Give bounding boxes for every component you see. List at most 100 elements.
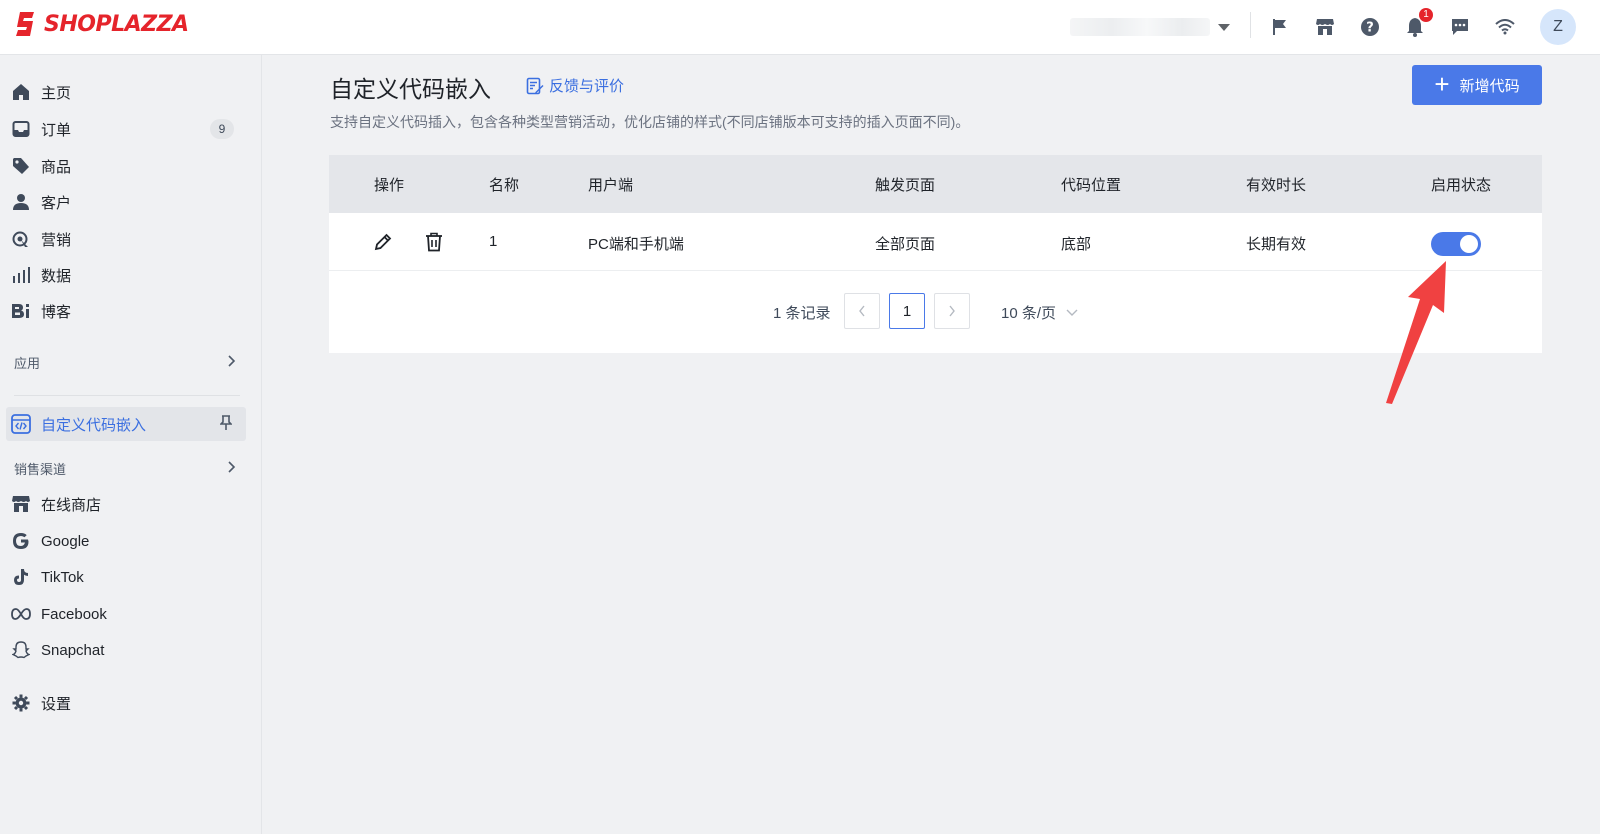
caret-down-icon: [1218, 23, 1230, 31]
google-icon: [10, 530, 32, 552]
gear-icon: [10, 692, 32, 714]
sidebar-item-label: Google: [41, 532, 90, 550]
top-bar: SHOPLAZZA ? 1 Z: [0, 0, 1600, 55]
column-header-trigger-page: 触发页面: [875, 177, 936, 194]
message-icon[interactable]: [1448, 15, 1472, 39]
column-header-name: 名称: [489, 177, 520, 194]
page-title: 自定义代码嵌入: [330, 76, 491, 102]
sales-channels-label: 销售渠道: [14, 461, 67, 477]
sidebar-item-label: 设置: [41, 695, 72, 713]
table-header: 操作 名称 用户端 触发页面 代码位置 有效时长 启用状态: [329, 155, 1542, 213]
sidebar-item-customers[interactable]: 客户: [10, 187, 248, 217]
code-window-icon: [10, 413, 32, 435]
page-description: 支持自定义代码插入，包含各种类型营销活动，优化店铺的样式(不同店铺版本可支持的插…: [330, 114, 970, 130]
flag-icon[interactable]: [1268, 15, 1292, 39]
enable-toggle[interactable]: [1431, 232, 1481, 256]
sidebar-item-label: 主页: [41, 84, 72, 102]
prev-page-button[interactable]: [844, 293, 880, 329]
svg-text:?: ?: [1366, 21, 1374, 36]
sidebar-item-label: 在线商店: [41, 496, 102, 514]
feedback-label: 反馈与评价: [549, 78, 625, 95]
sidebar-item-label: 订单: [41, 121, 72, 139]
marketing-icon: [10, 228, 32, 250]
pin-icon[interactable]: [219, 415, 233, 435]
sidebar-item-label: 商品: [41, 158, 72, 176]
logo-text: SHOPLAZZA: [44, 11, 189, 37]
delete-trash-icon[interactable]: [422, 230, 446, 254]
meta-icon: [10, 603, 32, 625]
sidebar-item-orders[interactable]: 订单 9: [10, 114, 248, 144]
user-icon: [10, 191, 32, 213]
help-icon[interactable]: ?: [1358, 15, 1382, 39]
sidebar-item-label: Snapchat: [41, 641, 105, 659]
cell-code-position: 底部: [1061, 236, 1092, 253]
code-table-card: 操作 名称 用户端 触发页面 代码位置 有效时长 启用状态 1 PC端和手机端 …: [329, 155, 1542, 353]
notification-count: 1: [1419, 8, 1433, 22]
store-selector[interactable]: [1070, 15, 1230, 39]
inbox-icon: [10, 118, 32, 140]
header-divider: [1250, 12, 1251, 38]
page-button-current[interactable]: 1: [889, 293, 925, 329]
column-header-client: 用户端: [588, 177, 634, 194]
sidebar-item-google[interactable]: Google: [10, 526, 248, 556]
sidebar-item-snapchat[interactable]: Snapchat: [10, 635, 248, 665]
snapchat-icon: [10, 639, 32, 661]
cell-name: 1: [489, 233, 498, 250]
tiktok-icon: [10, 566, 32, 588]
chevron-right-icon: [949, 305, 955, 317]
sidebar-item-settings[interactable]: 设置: [10, 688, 248, 718]
sidebar-item-facebook[interactable]: Facebook: [10, 599, 248, 629]
next-page-button[interactable]: [934, 293, 970, 329]
apps-section-label: 应用: [14, 355, 41, 371]
sidebar-item-label: 营销: [41, 231, 72, 249]
store-icon[interactable]: [1313, 15, 1337, 39]
column-header-actions: 操作: [374, 177, 405, 194]
total-records: 1 条记录: [773, 305, 831, 322]
cell-trigger-page: 全部页面: [875, 236, 936, 253]
feedback-link[interactable]: 反馈与评价: [526, 75, 624, 96]
pagination: 1 条记录 1 10 条/页: [329, 293, 1542, 329]
sidebar-item-label: Facebook: [41, 605, 107, 623]
toggle-knob: [1460, 235, 1478, 253]
chevron-right-icon: [226, 354, 236, 370]
chevron-down-icon: [1066, 309, 1078, 317]
store-name: [1070, 18, 1210, 36]
column-header-duration: 有效时长: [1246, 177, 1307, 194]
column-header-status: 启用状态: [1431, 177, 1492, 194]
sidebar-item-tiktok[interactable]: TikTok: [10, 562, 248, 592]
sidebar: 主页 订单 9 商品 客户 营销 数据 博客 应用 自定义代码嵌入 销售渠道 在…: [0, 55, 262, 834]
sidebar-item-label: 博客: [41, 303, 72, 321]
add-code-label: 新增代码: [1459, 77, 1520, 95]
sidebar-item-marketing[interactable]: 营销: [10, 224, 248, 254]
avatar[interactable]: Z: [1540, 9, 1576, 45]
sidebar-item-home[interactable]: 主页: [10, 77, 248, 107]
shoplazza-logo[interactable]: SHOPLAZZA: [14, 10, 189, 38]
sales-channels-section-header[interactable]: 销售渠道: [14, 457, 236, 479]
sidebar-item-online-store[interactable]: 在线商店: [10, 489, 248, 519]
sidebar-item-label: 客户: [41, 194, 72, 212]
feedback-icon: [526, 77, 544, 95]
edit-pencil-icon[interactable]: [371, 230, 395, 254]
page-size-select[interactable]: 10 条/页: [1001, 302, 1078, 323]
plus-icon: +: [1434, 68, 1450, 99]
home-icon: [10, 81, 32, 103]
sidebar-item-custom-code[interactable]: 自定义代码嵌入: [6, 407, 246, 441]
store-icon: [10, 493, 32, 515]
bar-chart-icon: [10, 264, 32, 286]
sidebar-item-analytics[interactable]: 数据: [10, 260, 248, 290]
cell-duration: 长期有效: [1246, 236, 1307, 253]
column-header-code-position: 代码位置: [1061, 177, 1122, 194]
sidebar-item-products[interactable]: 商品: [10, 151, 248, 181]
sidebar-item-label: TikTok: [41, 568, 84, 586]
sidebar-divider: [14, 395, 240, 396]
sidebar-item-label: 数据: [41, 267, 72, 285]
sidebar-item-blog[interactable]: 博客: [10, 296, 248, 326]
chevron-left-icon: [859, 305, 865, 317]
sidebar-item-label: 自定义代码嵌入: [41, 416, 147, 434]
add-code-button[interactable]: + 新增代码: [1412, 65, 1542, 105]
bell-icon[interactable]: 1: [1403, 8, 1433, 39]
orders-count-badge: 9: [210, 119, 234, 139]
apps-section-header[interactable]: 应用: [14, 351, 236, 373]
row-divider: [329, 270, 1542, 271]
wifi-icon[interactable]: [1493, 15, 1517, 39]
